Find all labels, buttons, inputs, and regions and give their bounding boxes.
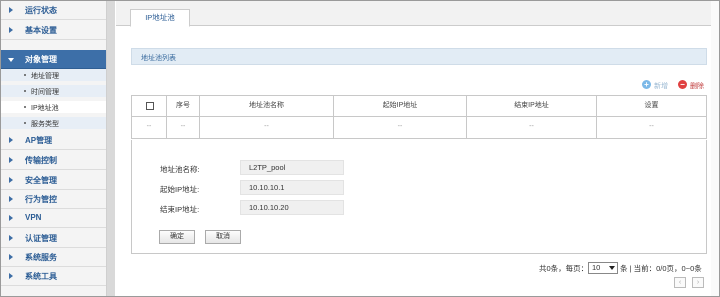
chevron-right-icon xyxy=(9,7,13,13)
table-cell: -- xyxy=(167,117,200,138)
sidebar-item-object-management[interactable]: 对象管理 xyxy=(1,50,106,69)
table-header-cell: 地址池名称 xyxy=(200,96,334,116)
pool-name-label: 地址池名称: xyxy=(160,165,200,174)
per-page-value: 10 xyxy=(592,263,601,272)
sidebar-item-label: 行为管控 xyxy=(25,195,57,204)
sidebar-item-label: 基本设置 xyxy=(25,26,57,35)
address-pool-form: 地址池名称: L2TP_pool 起始IP地址: 10.10.10.1 结束IP… xyxy=(131,140,707,254)
chevron-down-icon xyxy=(8,58,14,62)
select-all-checkbox[interactable] xyxy=(146,102,154,110)
sidebar-item-label: VPN xyxy=(25,213,42,222)
delete-button-label: 删除 xyxy=(690,83,704,90)
sidebar-item-label: 传输控制 xyxy=(25,156,57,165)
pagination-status: 条 | 当前：0/0页，0~0条 xyxy=(620,264,702,273)
bullet-icon xyxy=(24,74,26,76)
sidebar-item-label: 系统服务 xyxy=(25,253,57,262)
table-row: -- -- -- -- -- -- xyxy=(131,117,707,139)
chevron-right-icon xyxy=(9,273,13,279)
table-header-cell: 设置 xyxy=(644,102,659,109)
sidebar: 运行状态 基本设置 对象管理 地址管理 时间管理 IP地址池 服务类型 AP管理… xyxy=(1,1,106,296)
chevron-right-icon xyxy=(9,137,13,143)
header-select-cell xyxy=(132,96,167,116)
end-ip-input[interactable]: 10.10.10.20 xyxy=(240,200,344,215)
start-ip-label: 起始IP地址: xyxy=(160,185,200,194)
sidebar-subitem-label: IP地址池 xyxy=(31,105,59,112)
sidebar-subitem-time-management[interactable]: 时间管理 xyxy=(1,85,106,97)
sidebar-subitem-label: 服务类型 xyxy=(31,121,59,128)
chevron-right-icon xyxy=(9,235,13,241)
per-page-select[interactable]: 10 xyxy=(588,262,618,274)
sidebar-item-status[interactable]: 运行状态 xyxy=(1,1,106,20)
table-cell: -- xyxy=(467,117,597,138)
bullet-icon xyxy=(24,106,26,108)
table-cell: -- xyxy=(649,123,654,130)
plus-circle-icon: + xyxy=(642,80,651,89)
table-header-cell: 起始IP地址 xyxy=(334,96,467,116)
chevron-right-icon xyxy=(9,196,13,202)
table-cell: -- xyxy=(200,117,334,138)
sidebar-scrollbar[interactable] xyxy=(106,1,115,296)
ok-button[interactable]: 确定 xyxy=(159,230,195,244)
chevron-right-icon xyxy=(9,157,13,163)
sidebar-item-auth-management[interactable]: 认证管理 xyxy=(1,229,106,248)
tab-ip-pool[interactable]: IP地址池 xyxy=(130,9,190,27)
next-page-button[interactable]: › xyxy=(692,277,704,288)
sidebar-item-label: 认证管理 xyxy=(25,234,57,243)
sidebar-item-label: 运行状态 xyxy=(25,6,57,15)
section-title: 地址池列表 xyxy=(141,55,176,62)
add-button-label: 新增 xyxy=(654,83,668,90)
end-ip-label: 结束IP地址: xyxy=(160,205,200,214)
sidebar-item-label: 系统工具 xyxy=(25,272,57,281)
table-header-cell: 序号 xyxy=(167,96,200,116)
sidebar-item-vpn[interactable]: VPN xyxy=(1,209,106,228)
sidebar-item-system-tools[interactable]: 系统工具 xyxy=(1,267,106,286)
pool-name-input[interactable]: L2TP_pool xyxy=(240,160,344,175)
start-ip-input[interactable]: 10.10.10.1 xyxy=(240,180,344,195)
sidebar-subitem-label: 地址管理 xyxy=(31,73,59,80)
sidebar-subitem-label: 时间管理 xyxy=(31,89,59,96)
sidebar-subitem-service-type[interactable]: 服务类型 xyxy=(1,117,106,129)
bullet-icon xyxy=(24,122,26,124)
sidebar-item-transfer-control[interactable]: 传输控制 xyxy=(1,151,106,170)
chevron-right-icon xyxy=(9,27,13,33)
table-header-row: 序号 地址池名称 起始IP地址 结束IP地址 设置 xyxy=(131,95,707,117)
sidebar-item-ap-management[interactable]: AP管理 xyxy=(1,131,106,150)
sidebar-item-security[interactable]: 安全管理 xyxy=(1,171,106,190)
sidebar-subitem-ip-pool[interactable]: IP地址池 xyxy=(1,101,106,113)
sidebar-item-basic-settings[interactable]: 基本设置 xyxy=(1,21,106,40)
cancel-button[interactable]: 取消 xyxy=(205,230,241,244)
table-header-cell: 结束IP地址 xyxy=(467,96,597,116)
main-scrollbar[interactable] xyxy=(711,1,719,296)
chevron-right-icon xyxy=(9,177,13,183)
sidebar-item-label: 对象管理 xyxy=(25,55,57,64)
table-cell: -- xyxy=(132,117,167,138)
table-cell: -- xyxy=(334,117,467,138)
minus-circle-icon: − xyxy=(678,80,687,89)
caret-down-icon xyxy=(609,266,615,270)
sidebar-item-label: 安全管理 xyxy=(25,176,57,185)
sidebar-item-label: AP管理 xyxy=(25,136,53,145)
bullet-icon xyxy=(24,90,26,92)
chevron-right-icon xyxy=(9,254,13,260)
sidebar-item-system-services[interactable]: 系统服务 xyxy=(1,248,106,267)
pagination-total: 共0条，每页： xyxy=(539,264,589,273)
section-header: 地址池列表 xyxy=(131,48,707,65)
prev-page-button[interactable]: ‹ xyxy=(674,277,686,288)
sidebar-item-behavior-control[interactable]: 行为管控 xyxy=(1,190,106,209)
chevron-right-icon xyxy=(9,215,13,221)
sidebar-subitem-address-management[interactable]: 地址管理 xyxy=(1,69,106,81)
tab-bar xyxy=(116,1,719,26)
